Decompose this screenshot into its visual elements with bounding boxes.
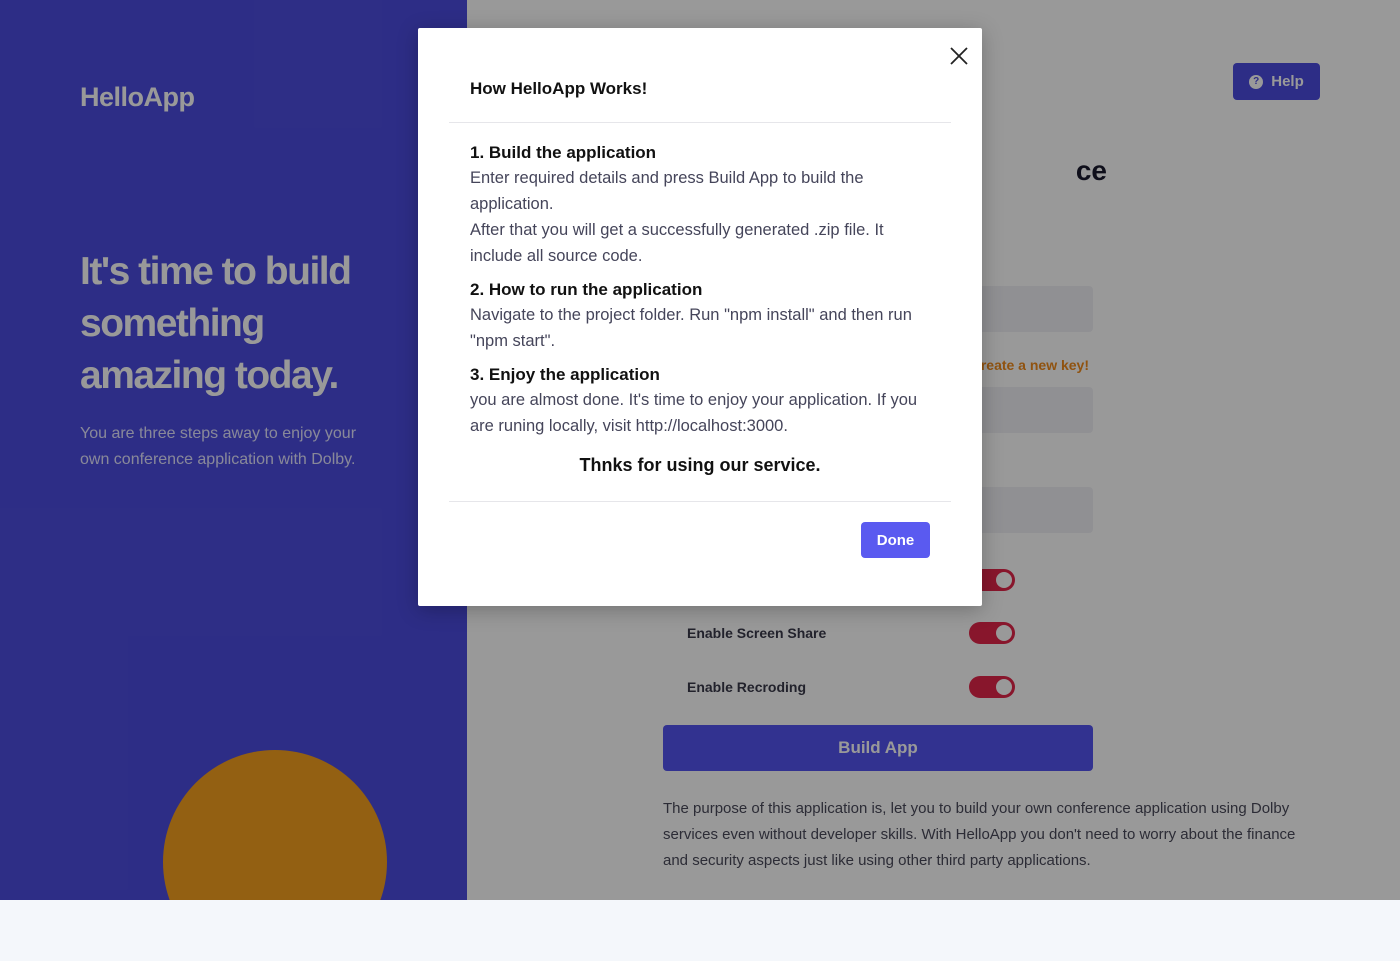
divider <box>449 122 951 123</box>
modal-body: 1. Build the application Enter required … <box>470 141 930 448</box>
step-text: Enter required details and press Build A… <box>470 169 864 213</box>
step-text: you are almost done. It's time to enjoy … <box>470 391 918 435</box>
step: 3. Enjoy the application you are almost … <box>470 363 930 439</box>
close-icon[interactable] <box>948 45 970 67</box>
page-footer <box>0 900 1400 961</box>
step: 1. Build the application Enter required … <box>470 141 930 269</box>
thanks-message: Thnks for using our service. <box>579 455 821 475</box>
done-button[interactable]: Done <box>861 522 930 558</box>
page: HelloApp It's time to build something am… <box>0 0 1400 900</box>
divider <box>449 501 951 502</box>
how-it-works-modal: How HelloApp Works! 1. Build the applica… <box>418 28 982 606</box>
step-text: Navigate to the project folder. Run "npm… <box>470 306 912 350</box>
step-text: After that you will get a successfully g… <box>470 221 884 265</box>
step: 2. How to run the application Navigate t… <box>470 278 930 354</box>
step-title: 3. Enjoy the application <box>470 365 660 384</box>
step-title: 2. How to run the application <box>470 280 703 299</box>
modal-title: How HelloApp Works! <box>470 79 648 98</box>
step-title: 1. Build the application <box>470 143 657 162</box>
